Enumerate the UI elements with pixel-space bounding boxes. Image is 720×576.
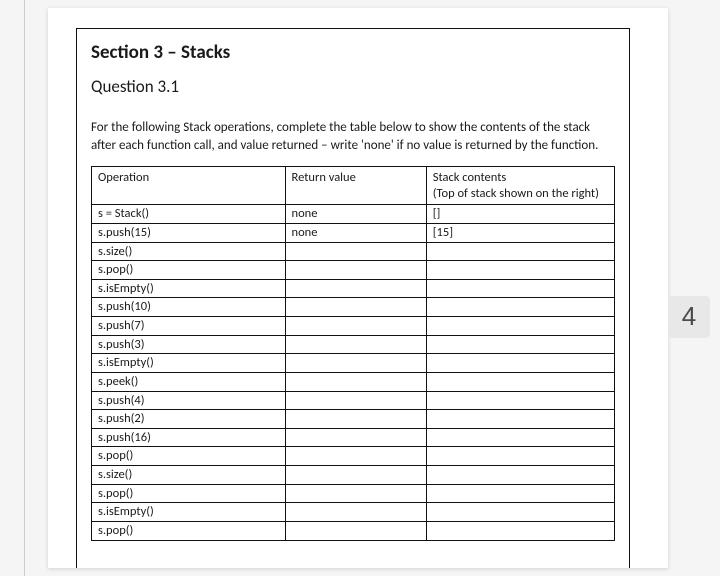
cell-return: [285, 317, 426, 336]
cell-stack: [426, 354, 614, 373]
cell-return: [285, 335, 426, 354]
header-operation: Operation: [92, 167, 286, 205]
cell-stack: [426, 261, 614, 280]
table-row: s.isEmpty(): [92, 503, 615, 522]
cell-return: [285, 428, 426, 447]
cell-operation: s.push(16): [92, 428, 286, 447]
table-row: s.push(15)none[15]: [92, 223, 615, 242]
cell-return: none: [285, 205, 426, 224]
cell-stack: [426, 372, 614, 391]
cell-return: [285, 466, 426, 485]
cell-operation: s.peek(): [92, 372, 286, 391]
cell-operation: s.pop(): [92, 484, 286, 503]
cell-return: [285, 521, 426, 540]
table-row: s.pop(): [92, 261, 615, 280]
table-row: s.push(7): [92, 317, 615, 336]
cell-operation: s.size(): [92, 242, 286, 261]
cell-return: [285, 447, 426, 466]
cell-operation: s.push(2): [92, 410, 286, 429]
table-row: s.pop(): [92, 447, 615, 466]
cell-operation: s.isEmpty(): [92, 503, 286, 522]
cell-return: [285, 391, 426, 410]
cell-stack: [426, 317, 614, 336]
section-heading: Section 3 – Stacks: [91, 41, 615, 64]
cell-return: [285, 261, 426, 280]
table-row: s.push(4): [92, 391, 615, 410]
table-row: s.pop(): [92, 484, 615, 503]
table-row: s.push(16): [92, 428, 615, 447]
table-row: s.size(): [92, 466, 615, 485]
cell-operation: s.pop(): [92, 447, 286, 466]
cell-operation: s.push(7): [92, 317, 286, 336]
cell-operation: s.push(15): [92, 223, 286, 242]
cell-operation: s.isEmpty(): [92, 279, 286, 298]
cell-stack: [426, 410, 614, 429]
cell-stack: []: [426, 205, 614, 224]
question-heading: Question 3.1: [91, 76, 615, 97]
cell-return: [285, 484, 426, 503]
table-row: s.push(3): [92, 335, 615, 354]
cell-return: [285, 298, 426, 317]
cell-return: [285, 503, 426, 522]
table-row: s.isEmpty(): [92, 354, 615, 373]
cell-operation: s.pop(): [92, 521, 286, 540]
cell-stack: [426, 447, 614, 466]
instructions-text: For the following Stack operations, comp…: [91, 119, 615, 154]
cell-stack: [426, 484, 614, 503]
cell-stack: [426, 503, 614, 522]
cell-operation: s.pop(): [92, 261, 286, 280]
cell-operation: s.push(3): [92, 335, 286, 354]
table-row: s.push(2): [92, 410, 615, 429]
cell-stack: [426, 521, 614, 540]
stack-operations-table: Operation Return value Stack contents (T…: [91, 166, 615, 541]
cell-stack: [426, 335, 614, 354]
table-row: s.pop(): [92, 521, 615, 540]
cell-return: [285, 372, 426, 391]
cell-stack: [426, 428, 614, 447]
content-frame: Section 3 – Stacks Question 3.1 For the …: [76, 28, 630, 568]
table-row: s.peek(): [92, 372, 615, 391]
table-row: s = Stack()none[]: [92, 205, 615, 224]
header-return: Return value: [285, 167, 426, 205]
cell-return: [285, 279, 426, 298]
cell-operation: s.isEmpty(): [92, 354, 286, 373]
page-number-badge: 4: [668, 296, 710, 338]
cell-stack: [15]: [426, 223, 614, 242]
cell-stack: [426, 298, 614, 317]
cell-stack: [426, 279, 614, 298]
cell-operation: s.push(10): [92, 298, 286, 317]
table-row: s.size(): [92, 242, 615, 261]
header-stack: Stack contents (Top of stack shown on th…: [426, 167, 614, 205]
cell-return: none: [285, 223, 426, 242]
cell-return: [285, 410, 426, 429]
table-row: s.push(10): [92, 298, 615, 317]
cell-stack: [426, 391, 614, 410]
cell-return: [285, 354, 426, 373]
cell-operation: s.size(): [92, 466, 286, 485]
page-number: 4: [682, 301, 696, 332]
cell-operation: s.push(4): [92, 391, 286, 410]
cell-return: [285, 242, 426, 261]
cell-operation: s = Stack(): [92, 205, 286, 224]
cell-stack: [426, 466, 614, 485]
table-header-row: Operation Return value Stack contents (T…: [92, 167, 615, 205]
document-page: Section 3 – Stacks Question 3.1 For the …: [48, 8, 668, 568]
table-row: s.isEmpty(): [92, 279, 615, 298]
page-frame-left: [24, 0, 25, 576]
cell-stack: [426, 242, 614, 261]
